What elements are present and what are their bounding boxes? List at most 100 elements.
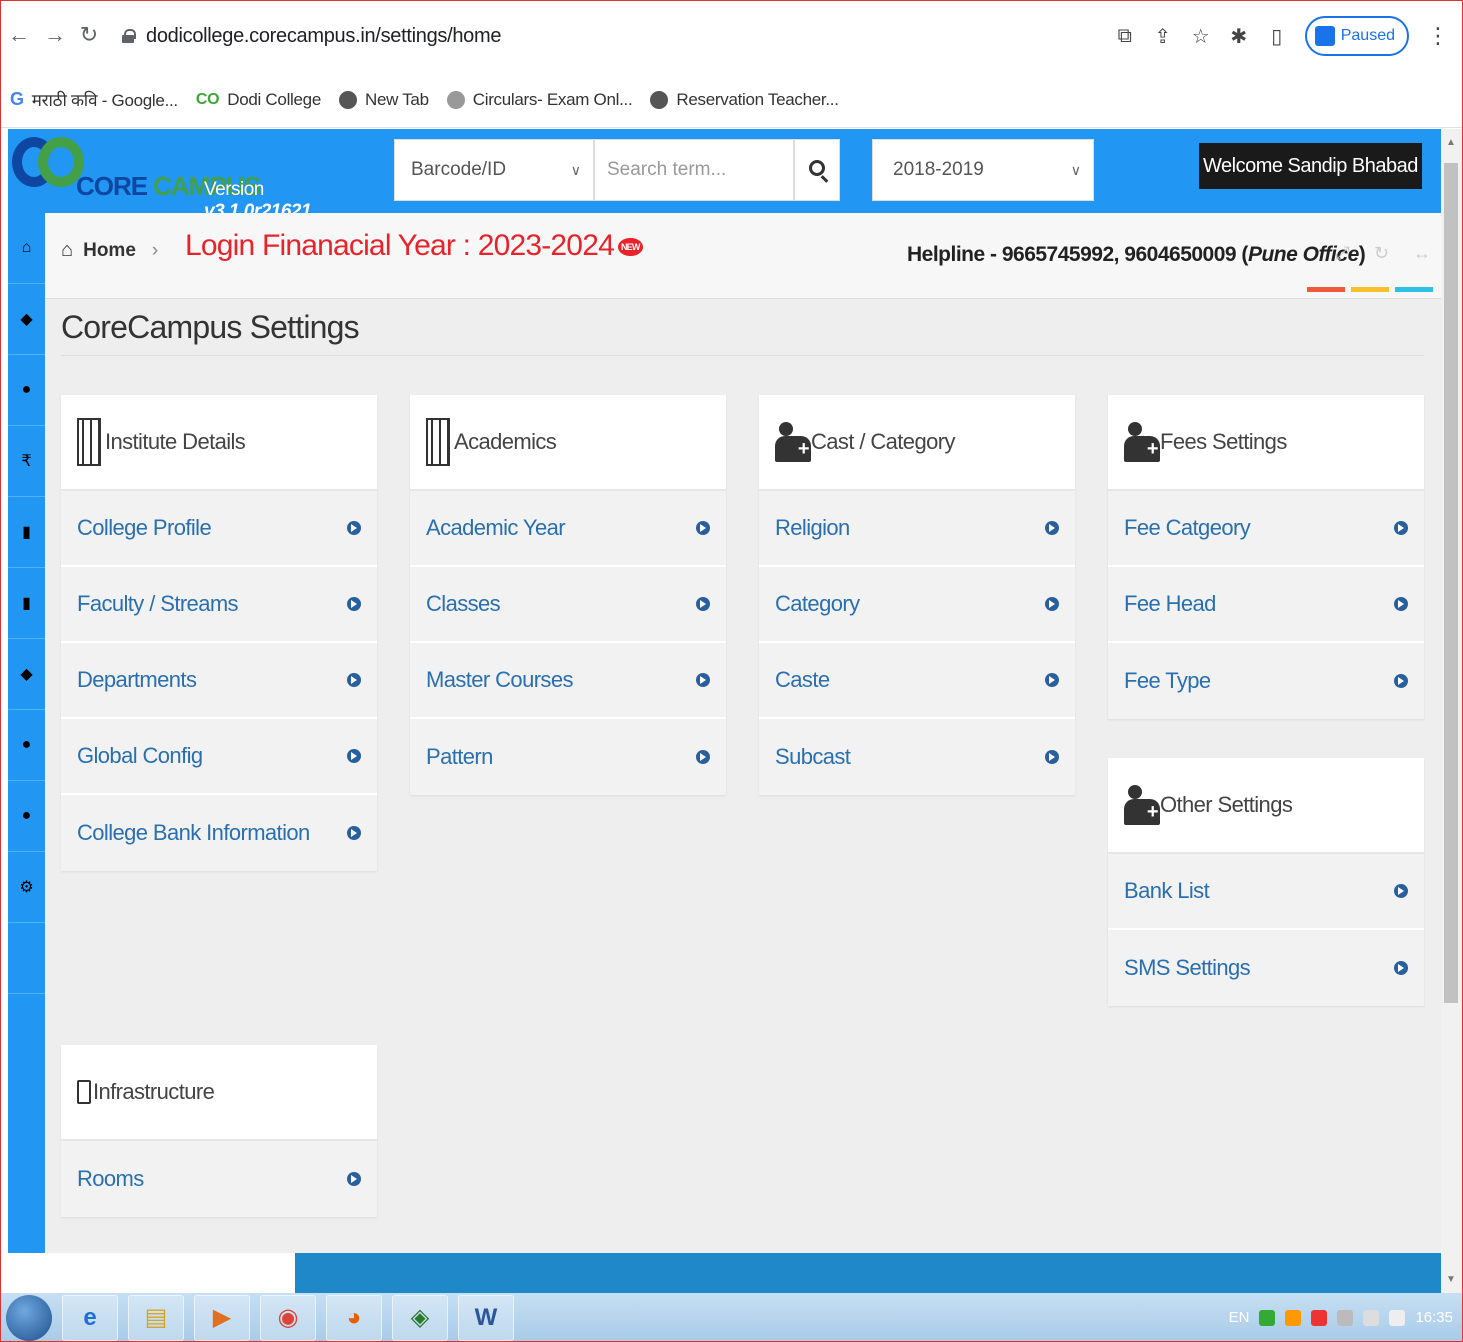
language-indicator[interactable]: EN: [1229, 1309, 1250, 1326]
settings-link-departments[interactable]: Departments: [61, 643, 377, 719]
tray-app-icon[interactable]: [1285, 1309, 1302, 1326]
media-player-icon[interactable]: ▶: [194, 1294, 250, 1341]
bookmark-item[interactable]: Circulars- Exam Onl...: [446, 89, 633, 110]
globe-icon: [650, 90, 669, 109]
side-panel-icon[interactable]: ▯: [1267, 24, 1287, 49]
tray-app-icon[interactable]: [1259, 1309, 1276, 1326]
address-bar[interactable]: dodicollege.corecampus.in/settings/home: [112, 12, 1252, 60]
settings-link-fee-category[interactable]: Fee Catgeory: [1108, 491, 1424, 567]
share-icon[interactable]: ⇪: [1153, 24, 1173, 49]
chevron-right-icon: ›: [151, 239, 159, 261]
scroll-up-icon[interactable]: ▲: [1446, 137, 1456, 148]
sidebar-users-icon[interactable]: ●: [8, 355, 45, 426]
scroll-thumb[interactable]: [1444, 163, 1458, 1003]
bookmark-star-icon[interactable]: ☆: [1191, 24, 1211, 49]
panel-controls: ⤢ ↻ ↔: [1336, 243, 1432, 264]
search-type-select[interactable]: Barcode/ID ∨: [394, 139, 594, 201]
settings-link-bank-list[interactable]: Bank List: [1108, 854, 1424, 930]
bookmark-item[interactable]: Reservation Teacher...: [650, 90, 839, 110]
sidebar-user-icon[interactable]: ●: [8, 710, 45, 781]
settings-link-fee-head[interactable]: Fee Head: [1108, 567, 1424, 643]
settings-link-college-profile[interactable]: College Profile: [61, 491, 377, 567]
translate-icon[interactable]: ⧉: [1115, 25, 1135, 48]
start-button[interactable]: [6, 1294, 52, 1341]
sidebar-file-icon[interactable]: ▮: [8, 568, 45, 639]
settings-link-pattern[interactable]: Pattern: [410, 719, 726, 795]
card-header: Fees Settings: [1108, 395, 1424, 491]
corecampus-icon: CO: [195, 90, 220, 108]
menu-kebab-icon[interactable]: ⋮: [1427, 23, 1449, 49]
arrow-circle-right-icon: [1394, 521, 1408, 535]
breadcrumb[interactable]: ⌂ Home ›: [61, 239, 158, 262]
settings-link-global-config[interactable]: Global Config: [61, 719, 377, 795]
tray-volume-icon[interactable]: [1389, 1309, 1406, 1326]
back-arrow-icon[interactable]: ←: [6, 20, 32, 50]
scroll-down-icon[interactable]: ▼: [1446, 1274, 1456, 1285]
sidebar-empty-item[interactable]: [8, 923, 45, 994]
arrow-circle-right-icon: [1045, 750, 1059, 764]
academic-year-select[interactable]: 2018-2019 ∨: [872, 139, 1094, 201]
settings-link-master-courses[interactable]: Master Courses: [410, 643, 726, 719]
forward-arrow-icon[interactable]: →: [42, 20, 68, 50]
bookmark-item[interactable]: CO Dodi College: [196, 90, 321, 110]
bookmark-label: New Tab: [365, 89, 429, 109]
settings-link-sms-settings[interactable]: SMS Settings: [1108, 930, 1424, 1006]
bookmark-item[interactable]: G मराठी कवि - Google...: [10, 88, 178, 111]
lock-icon[interactable]: [122, 29, 136, 43]
sidebar-book-icon[interactable]: ▮: [8, 497, 45, 568]
arrow-circle-right-icon: [696, 597, 710, 611]
settings-link-subcast[interactable]: Subcast: [759, 719, 1075, 795]
settings-link-faculty-streams[interactable]: Faculty / Streams: [61, 567, 377, 643]
corecampus-logo[interactable]: CORE CAMPUS Version v3.1.0r21621: [12, 133, 342, 222]
page-scrollbar[interactable]: ▲ ▼: [1441, 129, 1463, 1293]
bookmark-label: Circulars- Exam Onl...: [472, 89, 633, 109]
breadcrumb-home[interactable]: Home: [83, 240, 136, 262]
settings-link-religion[interactable]: Religion: [759, 491, 1075, 567]
sidebar-rupee-icon[interactable]: ₹: [8, 426, 45, 497]
profile-button[interactable]: Paused: [1304, 16, 1409, 56]
settings-link-college-bank-information[interactable]: College Bank Information: [61, 795, 377, 871]
home-icon: ⌂: [61, 239, 74, 261]
fullscreen-icon[interactable]: ⤢: [1336, 243, 1350, 264]
arrow-circle-right-icon: [696, 750, 710, 764]
tray-antivirus-icon[interactable]: [1311, 1309, 1328, 1326]
file-explorer-icon[interactable]: ▤: [128, 1294, 184, 1341]
search-button[interactable]: [794, 139, 840, 201]
card-title: Academics: [454, 429, 557, 454]
settings-link-academic-year[interactable]: Academic Year: [410, 491, 726, 567]
url-text[interactable]: dodicollege.corecampus.in/settings/home: [146, 25, 501, 48]
settings-link-caste[interactable]: Caste: [759, 643, 1075, 719]
sidebar-graduation-icon[interactable]: ◆: [8, 639, 45, 710]
search-type-value: Barcode/ID: [411, 159, 507, 180]
emblem-app-icon[interactable]: ◈: [392, 1294, 448, 1341]
profile-status: Paused: [1340, 27, 1395, 44]
internet-explorer-icon[interactable]: e: [62, 1294, 118, 1341]
word-icon[interactable]: W: [458, 1294, 514, 1341]
clock[interactable]: 16:35: [1415, 1309, 1453, 1326]
bookmark-label: Dodi College: [227, 89, 321, 109]
tray-network-icon[interactable]: [1363, 1309, 1380, 1326]
card-institute-details: Institute Details College Profile Facult…: [61, 395, 377, 871]
settings-link-category[interactable]: Category: [759, 567, 1075, 643]
browser-actions: ⧉ ⇪ ☆ ✱ ▯ Paused ⋮: [1115, 10, 1449, 62]
settings-link-fee-type[interactable]: Fee Type: [1108, 643, 1424, 719]
settings-link-classes[interactable]: Classes: [410, 567, 726, 643]
settings-link-rooms[interactable]: Rooms: [61, 1141, 377, 1217]
refresh-icon[interactable]: ↻: [1374, 243, 1389, 264]
extensions-icon[interactable]: ✱: [1229, 24, 1249, 49]
arrow-circle-right-icon: [1045, 521, 1059, 535]
sidebar-graduation-icon[interactable]: ◆: [8, 284, 45, 355]
card-header: Other Settings: [1108, 758, 1424, 854]
search-input[interactable]: Search term...: [594, 139, 794, 201]
reload-icon[interactable]: ↻: [76, 20, 102, 50]
tray-flag-icon[interactable]: [1337, 1309, 1354, 1326]
chrome-icon[interactable]: ◉: [260, 1294, 316, 1341]
welcome-user[interactable]: Welcome Sandip Bhabad: [1199, 143, 1422, 189]
sidebar-group-icon[interactable]: ●: [8, 781, 45, 852]
sidebar-home-icon[interactable]: ⌂: [8, 213, 45, 284]
sidebar-cogs-icon[interactable]: ⚙: [8, 852, 45, 923]
footer-bar: [295, 1253, 1441, 1293]
expand-horizontal-icon[interactable]: ↔: [1413, 243, 1431, 264]
bookmark-item[interactable]: New Tab: [339, 90, 429, 110]
firefox-icon[interactable]: ◕: [326, 1294, 382, 1341]
